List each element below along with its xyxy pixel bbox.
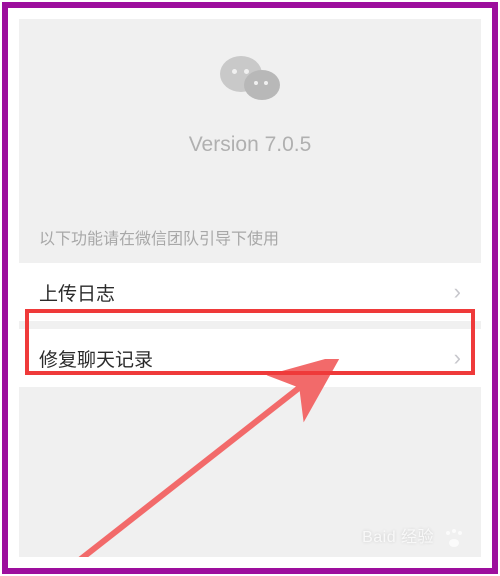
cell-repair-chat[interactable]: 修复聊天记录 ›: [19, 329, 481, 387]
cell-label: 上传日志: [39, 279, 115, 306]
wechat-icon: [216, 54, 284, 110]
version-label: Version 7.0.5: [19, 133, 481, 157]
chevron-right-icon: ›: [454, 279, 461, 305]
cell-label: 修复聊天记录: [39, 345, 153, 372]
watermark: Baid 经验: [362, 523, 465, 547]
watermark-text: Baid 经验: [362, 529, 434, 546]
section-hint: 以下功能请在微信团队引导下使用: [19, 225, 481, 249]
paw-icon: [443, 529, 465, 547]
annotation-arrow: [39, 359, 349, 557]
screen: Version 7.0.5 以下功能请在微信团队引导下使用 上传日志 › 修复聊…: [19, 19, 481, 557]
chevron-right-icon: ›: [454, 345, 461, 371]
tutorial-frame: Version 7.0.5 以下功能请在微信团队引导下使用 上传日志 › 修复聊…: [2, 2, 498, 574]
logo-area: Version 7.0.5: [19, 19, 481, 157]
cell-upload-log[interactable]: 上传日志 ›: [19, 263, 481, 321]
